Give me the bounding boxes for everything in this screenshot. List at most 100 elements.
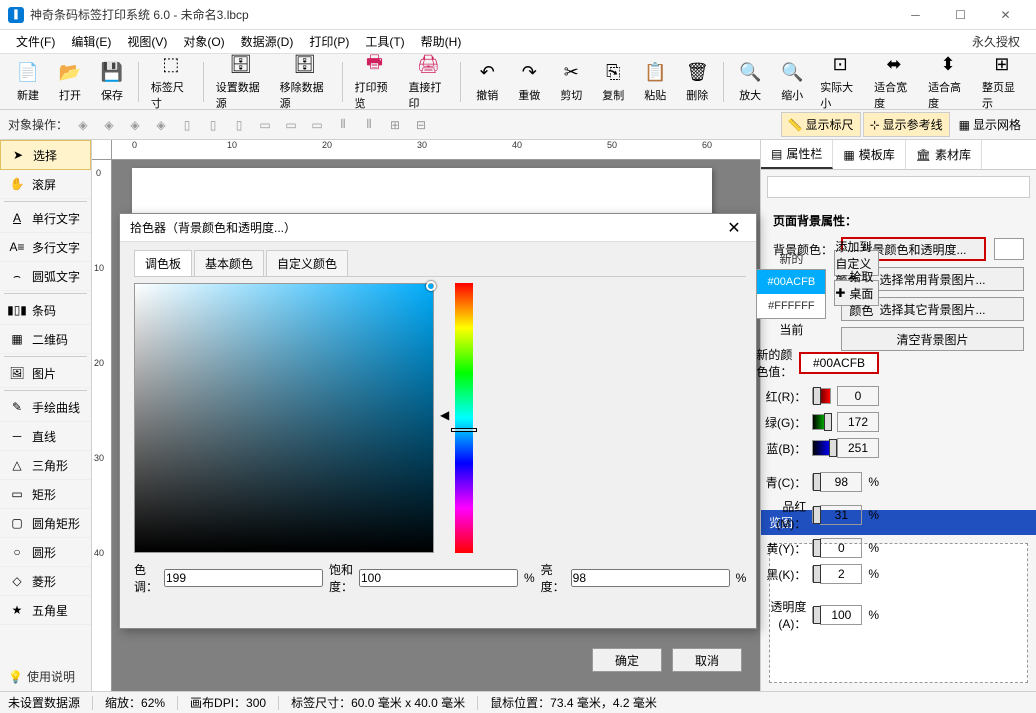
tb-open[interactable]: 📂打开: [50, 59, 90, 105]
tb-zoomin[interactable]: 🔍放大: [730, 59, 770, 105]
b-slider[interactable]: [812, 440, 831, 456]
pick-screen-button[interactable]: ✚拾取桌面颜色: [834, 280, 879, 306]
tb-fith[interactable]: ⬍适合高度: [922, 51, 974, 113]
g-value[interactable]: 172: [837, 412, 879, 432]
tool-freehand[interactable]: ✎手绘曲线: [0, 393, 91, 422]
tb-delete[interactable]: 🗑删除: [677, 59, 717, 105]
color-swatch[interactable]: [994, 238, 1024, 260]
tab-material[interactable]: 🏛素材库: [906, 140, 982, 169]
tb-redo[interactable]: ↷重做: [509, 59, 549, 105]
r-value[interactable]: 0: [837, 386, 879, 406]
tool-arctext[interactable]: ⌢圆弧文字: [0, 262, 91, 291]
tb-actual[interactable]: ⊡实际大小: [814, 51, 866, 113]
ok-button[interactable]: 确定: [592, 648, 662, 672]
tb-copy[interactable]: ⎘复制: [593, 59, 633, 105]
c-slider[interactable]: [812, 474, 814, 490]
align3-icon[interactable]: ▯: [228, 114, 250, 136]
help-link[interactable]: 💡使用说明: [4, 664, 79, 689]
toggle-grid[interactable]: ▦显示网格: [952, 112, 1028, 137]
align1-icon[interactable]: ▯: [176, 114, 198, 136]
r-slider[interactable]: [812, 388, 831, 404]
layer3-icon[interactable]: ◈: [124, 114, 146, 136]
ops-label: 对象操作：: [8, 116, 68, 133]
tool-barcode[interactable]: ▮▯▮条码: [0, 296, 91, 325]
maximize-button[interactable]: ☐: [938, 1, 983, 29]
hue-input[interactable]: [164, 569, 323, 587]
align6-icon[interactable]: ▭: [306, 114, 328, 136]
tool-roundrect[interactable]: ▢圆角矩形: [0, 509, 91, 538]
light-input[interactable]: [571, 569, 730, 587]
tool-triangle[interactable]: △三角形: [0, 451, 91, 480]
tool-star[interactable]: ★五角星: [0, 596, 91, 625]
cur-color-swatch: #FFFFFF: [757, 294, 825, 318]
tab-props[interactable]: ▤属性栏: [761, 140, 833, 169]
toggle-guide[interactable]: ⊹显示参考线: [863, 112, 950, 137]
tab-custom[interactable]: 自定义颜色: [266, 250, 348, 276]
tool-diamond[interactable]: ◇菱形: [0, 567, 91, 596]
db-icon: 🗄: [229, 53, 253, 77]
layer-icon[interactable]: ◈: [72, 114, 94, 136]
tool-scroll[interactable]: ✋滚屏: [0, 170, 91, 199]
tb-fitpage[interactable]: ⊞整页显示: [976, 51, 1028, 113]
g-slider[interactable]: [812, 414, 831, 430]
tb-paste[interactable]: 📋粘贴: [635, 59, 675, 105]
b-value[interactable]: 251: [837, 438, 879, 458]
c-value[interactable]: 98: [820, 472, 862, 492]
sat-input[interactable]: [359, 569, 518, 587]
dist1-icon[interactable]: ⫴: [332, 114, 354, 136]
tool-select[interactable]: ➤选择: [0, 140, 91, 170]
search-input[interactable]: [767, 176, 1030, 198]
y-slider[interactable]: [812, 540, 814, 556]
tb-setds[interactable]: 🗄设置数据源: [210, 51, 272, 113]
dbremove-icon: 🗄: [293, 53, 317, 77]
tb-fitw[interactable]: ⬌适合宽度: [868, 51, 920, 113]
tb-labelsize[interactable]: ⬚标签尺寸: [145, 51, 197, 113]
tb-zoomout[interactable]: 🔍缩小: [772, 59, 812, 105]
align2-icon[interactable]: ▯: [202, 114, 224, 136]
dialog-close-button[interactable]: ✕: [722, 216, 746, 240]
align4-icon[interactable]: ▭: [254, 114, 276, 136]
y-value[interactable]: 0: [820, 538, 862, 558]
sv-cursor[interactable]: [426, 281, 436, 291]
close-button[interactable]: ✕: [983, 1, 1028, 29]
tb-print[interactable]: 🖨直接打印: [402, 51, 454, 113]
align5-icon[interactable]: ▭: [280, 114, 302, 136]
tool-qrcode[interactable]: ▦二维码: [0, 325, 91, 354]
tool-image[interactable]: 🖼图片: [0, 359, 91, 388]
tb-preview[interactable]: 🖶打印预览: [349, 51, 401, 113]
hex-input[interactable]: [799, 352, 879, 374]
tab-basic[interactable]: 基本颜色: [194, 250, 264, 276]
k-value[interactable]: 2: [820, 564, 862, 584]
tb-undo[interactable]: ↶撤销: [467, 59, 507, 105]
cancel-button[interactable]: 取消: [672, 648, 742, 672]
hue-slider[interactable]: [455, 283, 473, 553]
tb-new[interactable]: 📄新建: [8, 59, 48, 105]
minimize-button[interactable]: ─: [893, 1, 938, 29]
layer2-icon[interactable]: ◈: [98, 114, 120, 136]
tab-template[interactable]: ▦模板库: [833, 140, 905, 169]
menu-file[interactable]: 文件(F): [8, 30, 63, 53]
group-icon[interactable]: ⊞: [384, 114, 406, 136]
tool-singletext[interactable]: A单行文字: [0, 204, 91, 233]
hue-cursor[interactable]: [451, 428, 477, 432]
dist2-icon[interactable]: ⫴: [358, 114, 380, 136]
tb-removeds[interactable]: 🗄移除数据源: [274, 51, 336, 113]
tab-palette[interactable]: 调色板: [134, 250, 192, 276]
a-value[interactable]: 100: [820, 605, 862, 625]
m-value[interactable]: 31: [820, 505, 862, 525]
fith-icon: ⬍: [936, 53, 960, 77]
m-slider[interactable]: [812, 507, 814, 523]
k-slider[interactable]: [812, 566, 814, 582]
tb-cut[interactable]: ✂剪切: [551, 59, 591, 105]
layer4-icon[interactable]: ◈: [150, 114, 172, 136]
tool-line[interactable]: ─直线: [0, 422, 91, 451]
tool-circle[interactable]: ○圆形: [0, 538, 91, 567]
ungroup-icon[interactable]: ⊟: [410, 114, 432, 136]
menu-edit[interactable]: 编辑(E): [63, 30, 119, 53]
sv-picker[interactable]: [134, 283, 434, 553]
a-slider[interactable]: [812, 607, 814, 623]
tool-multitext[interactable]: A≡多行文字: [0, 233, 91, 262]
tb-save[interactable]: 💾保存: [92, 59, 132, 105]
toggle-ruler[interactable]: 📏显示标尺: [781, 112, 861, 137]
tool-rect[interactable]: ▭矩形: [0, 480, 91, 509]
